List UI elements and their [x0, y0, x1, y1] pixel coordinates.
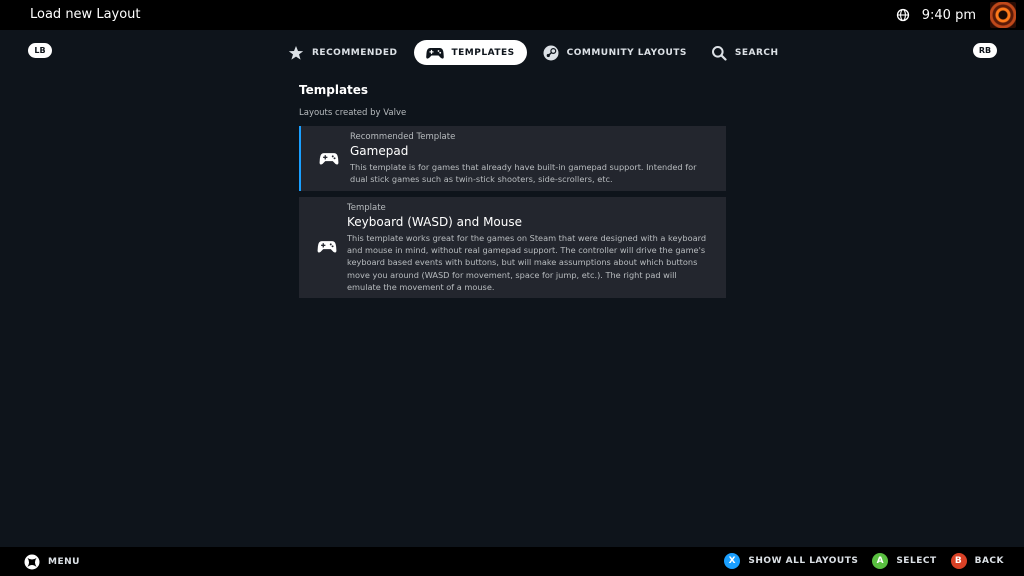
gamepad-icon: [319, 153, 339, 165]
show-all-layouts-action[interactable]: X SHOW ALL LAYOUTS: [724, 553, 858, 569]
section-title: Templates: [299, 83, 369, 97]
tab-templates[interactable]: TEMPLATES: [413, 40, 527, 65]
action-label: SELECT: [896, 556, 937, 566]
tab-label: COMMUNITY LAYOUTS: [566, 47, 687, 58]
template-name: Gamepad: [350, 144, 409, 158]
menu-button[interactable]: MENU: [24, 554, 80, 570]
tab-bar: RECOMMENDED TEMPLATES COMMUNITY LAYOUTS …: [280, 40, 795, 65]
template-kind: Template: [347, 203, 386, 213]
status-area: 9:40 pm: [896, 0, 1016, 30]
template-description: This template is for games that already …: [350, 162, 697, 185]
search-icon: [711, 45, 727, 61]
steam-icon: [543, 45, 559, 60]
xbox-icon: [24, 554, 40, 570]
rb-button[interactable]: RB: [973, 43, 997, 58]
select-action[interactable]: A SELECT: [872, 553, 936, 569]
templates-section: Templates Layouts created by Valve: [299, 83, 726, 118]
tab-search[interactable]: SEARCH: [703, 40, 787, 65]
lb-button[interactable]: LB: [28, 43, 52, 58]
template-name: Keyboard (WASD) and Mouse: [347, 215, 523, 229]
avatar[interactable]: [990, 2, 1016, 28]
template-kind: Recommended Template: [350, 132, 456, 142]
action-label: SHOW ALL LAYOUTS: [748, 556, 859, 566]
action-label: BACK: [974, 556, 1004, 566]
back-action[interactable]: B BACK: [950, 553, 1004, 569]
clock: 9:40 pm: [921, 7, 976, 23]
section-subtitle: Layouts created by Valve: [299, 108, 407, 118]
x-button-icon: X: [724, 553, 741, 569]
gamepad-icon: [425, 47, 444, 59]
template-card-gamepad[interactable]: Recommended Template Gamepad This templa…: [299, 126, 726, 191]
b-button-icon: B: [950, 553, 967, 569]
globe-icon[interactable]: [896, 8, 910, 22]
gamepad-icon: [317, 241, 337, 253]
tab-community-layouts[interactable]: COMMUNITY LAYOUTS: [535, 40, 695, 65]
star-icon: [288, 45, 304, 60]
template-info: Recommended Template Gamepad This templa…: [350, 132, 715, 185]
footer-actions: X SHOW ALL LAYOUTS A SELECT B BACK: [710, 553, 1004, 569]
template-card-keyboard-mouse[interactable]: Template Keyboard (WASD) and Mouse This …: [299, 197, 726, 298]
tab-label: SEARCH: [734, 47, 779, 58]
page-title: Load new Layout: [30, 7, 141, 22]
top-bar: Load new Layout 9:40 pm: [0, 0, 1024, 30]
tab-label: RECOMMENDED: [312, 47, 398, 58]
template-info: Template Keyboard (WASD) and Mouse This …: [347, 203, 712, 293]
a-button-icon: A: [872, 553, 889, 569]
menu-label: MENU: [48, 557, 80, 567]
tab-recommended[interactable]: RECOMMENDED: [280, 40, 406, 65]
template-description: This template works great for the games …: [347, 233, 707, 292]
tab-label: TEMPLATES: [451, 47, 515, 58]
footer-bar: MENU X SHOW ALL LAYOUTS A SELECT B BACK: [0, 547, 1024, 576]
